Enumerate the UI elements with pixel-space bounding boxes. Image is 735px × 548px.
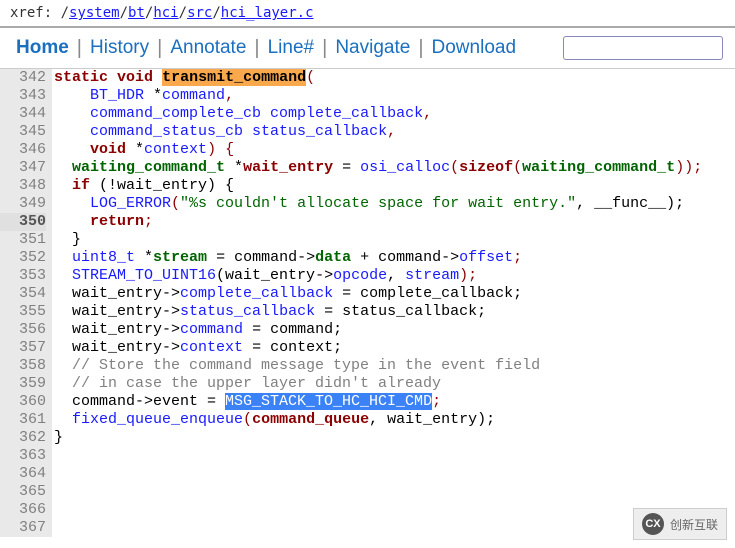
- line-number[interactable]: 360: [0, 393, 46, 411]
- nav-sep: |: [153, 37, 166, 60]
- code-line: // Store the command message type in the…: [54, 357, 702, 375]
- search-input[interactable]: [563, 36, 723, 60]
- line-number[interactable]: 357: [0, 339, 46, 357]
- xref-label: xref:: [10, 5, 61, 21]
- nav-sep: |: [318, 37, 331, 60]
- line-number[interactable]: 356: [0, 321, 46, 339]
- line-gutter[interactable]: 3423433443453463473483493503513523533543…: [0, 69, 52, 537]
- nav-line[interactable]: Line#: [264, 37, 319, 59]
- xref-seg-0[interactable]: system: [69, 5, 120, 21]
- code-line: waiting_command_t *wait_entry = osi_call…: [54, 159, 702, 177]
- watermark: CX 创新互联: [633, 508, 727, 540]
- line-number[interactable]: 352: [0, 249, 46, 267]
- nav-sep: |: [250, 37, 263, 60]
- line-number[interactable]: 344: [0, 105, 46, 123]
- line-number[interactable]: 355: [0, 303, 46, 321]
- code-line: wait_entry->status_callback = status_cal…: [54, 303, 702, 321]
- xref-seg-3[interactable]: src: [187, 5, 212, 21]
- code-line: fixed_queue_enqueue(command_queue, wait_…: [54, 411, 702, 429]
- code-line: static void transmit_command(: [54, 69, 702, 87]
- code-line: uint8_t *stream = command->data + comman…: [54, 249, 702, 267]
- nav-bar: Home | History | Annotate | Line# | Navi…: [0, 28, 735, 69]
- line-number[interactable]: 359: [0, 375, 46, 393]
- code-line: command_status_cb status_callback,: [54, 123, 702, 141]
- line-number[interactable]: 349: [0, 195, 46, 213]
- line-number[interactable]: 347: [0, 159, 46, 177]
- line-number[interactable]: 354: [0, 285, 46, 303]
- line-number[interactable]: 346: [0, 141, 46, 159]
- watermark-logo-icon: CX: [642, 513, 664, 535]
- code-line: return;: [54, 213, 702, 231]
- line-number[interactable]: 364: [0, 465, 46, 483]
- code-line: wait_entry->command = command;: [54, 321, 702, 339]
- code-line: }: [54, 231, 702, 249]
- line-number[interactable]: 343: [0, 87, 46, 105]
- xref-slash-0: /: [61, 5, 69, 21]
- nav-sep: |: [73, 37, 86, 60]
- code-line: }: [54, 429, 702, 447]
- code-line: command->event = MSG_STACK_TO_HC_HCI_CMD…: [54, 393, 702, 411]
- code-line: BT_HDR *command,: [54, 87, 702, 105]
- line-number[interactable]: 342: [0, 69, 46, 87]
- code-line: // in case the upper layer didn't alread…: [54, 375, 702, 393]
- highlight-msg-stack: MSG_STACK_TO_HC_HCI_CMD: [225, 393, 432, 410]
- nav-history[interactable]: History: [86, 37, 153, 59]
- xref-seg-1[interactable]: bt: [128, 5, 145, 21]
- line-number[interactable]: 348: [0, 177, 46, 195]
- nav-annotate[interactable]: Annotate: [166, 37, 250, 59]
- line-number[interactable]: 358: [0, 357, 46, 375]
- line-number[interactable]: 367: [0, 519, 46, 537]
- xref-bar: xref: /system/bt/hci/src/hci_layer.c: [0, 0, 735, 26]
- code-line: STREAM_TO_UINT16(wait_entry->opcode, str…: [54, 267, 702, 285]
- line-number[interactable]: 363: [0, 447, 46, 465]
- line-number[interactable]: 361: [0, 411, 46, 429]
- nav-navigate[interactable]: Navigate: [331, 37, 414, 59]
- line-number[interactable]: 350: [0, 213, 46, 231]
- code-body[interactable]: static void transmit_command( BT_HDR *co…: [52, 69, 702, 537]
- watermark-text: 创新互联: [670, 516, 718, 533]
- line-number[interactable]: 362: [0, 429, 46, 447]
- line-number[interactable]: 353: [0, 267, 46, 285]
- code-line: wait_entry->context = context;: [54, 339, 702, 357]
- line-number[interactable]: 351: [0, 231, 46, 249]
- highlight-transmit-command: transmit_command: [162, 69, 306, 86]
- code-line: command_complete_cb complete_callback,: [54, 105, 702, 123]
- line-number[interactable]: 366: [0, 501, 46, 519]
- line-number[interactable]: 345: [0, 123, 46, 141]
- nav-home[interactable]: Home: [12, 37, 73, 59]
- xref-seg-4[interactable]: hci_layer.c: [221, 5, 314, 21]
- code-line: LOG_ERROR("%s couldn't allocate space fo…: [54, 195, 702, 213]
- xref-seg-2[interactable]: hci: [153, 5, 178, 21]
- code-line: wait_entry->complete_callback = complete…: [54, 285, 702, 303]
- code-area: 3423433443453463473483493503513523533543…: [0, 69, 735, 537]
- nav-sep: |: [414, 37, 427, 60]
- code-line: void *context) {: [54, 141, 702, 159]
- code-line: if (!wait_entry) {: [54, 177, 702, 195]
- line-number[interactable]: 365: [0, 483, 46, 501]
- nav-download[interactable]: Download: [428, 37, 521, 59]
